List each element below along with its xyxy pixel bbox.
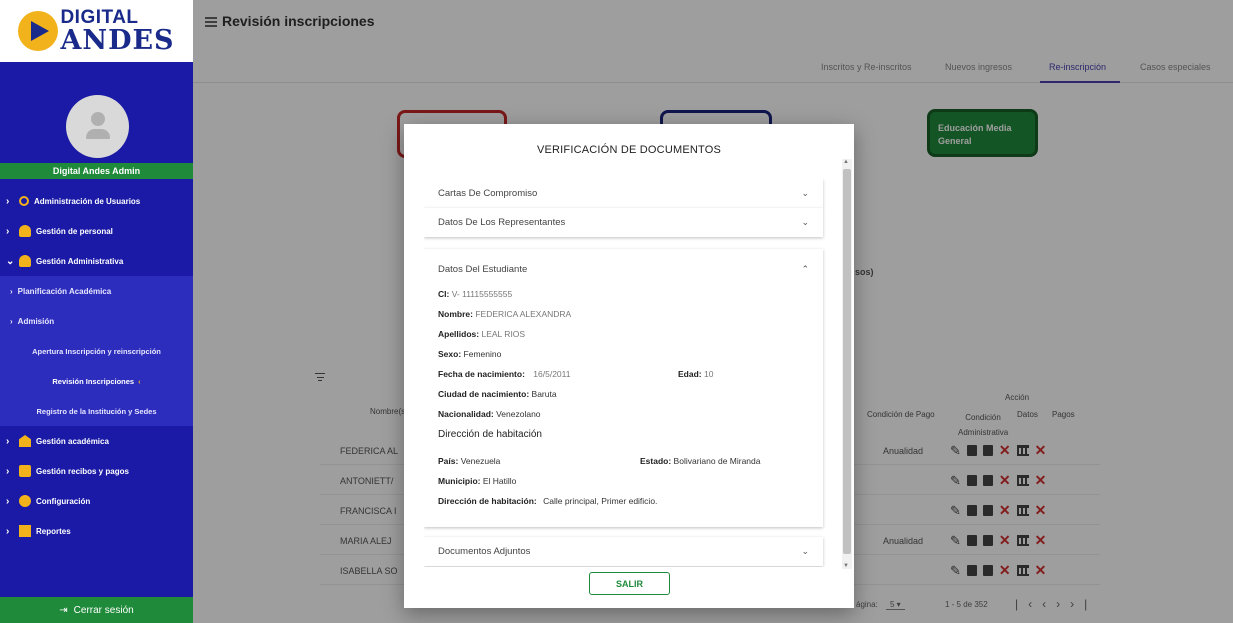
briefcase-icon [19,465,31,477]
sidebar-item-personal[interactable]: › Gestión de personal [0,216,193,246]
field-ciudad: Ciudad de nacimiento: Baruta [438,389,557,399]
panel-representantes[interactable]: Datos De Los Representantes ⌄ [424,208,823,237]
chart-icon [19,525,31,537]
user-icon [19,196,29,206]
field-estado: Estado: Bolivariano de Miranda [640,456,761,466]
panel-cartas[interactable]: Cartas De Compromiso ⌄ [424,179,823,208]
sidebar-item-label: Gestión académica [36,436,109,446]
sidebar: DIGITAL ANDES Digital Andes Admin › Admi… [0,0,193,623]
field-apellidos: Apellidos: LEAL RIOS [438,329,526,339]
logo-emblem-icon [18,11,59,51]
sidebar-item-label: Registro de la Institución y Sedes [36,406,157,416]
panel-title: Documentos Adjuntos [438,546,531,557]
sidebar-item-label: Apertura Inscripción y reinscripción [32,346,161,356]
chevron-down-icon: ⌄ [801,546,809,556]
chevron-right-icon: › [6,435,10,447]
sidebar-item-label: Planificación Académica [17,286,112,296]
field-municipio: Municipio: El Hatillo [438,476,517,486]
chevron-down-icon: ⌄ [801,188,809,198]
sidebar-item-apertura[interactable]: Apertura Inscripción y reinscripción [0,336,193,366]
digital-andes-logo[interactable]: DIGITAL ANDES [18,8,174,54]
panel-title: Datos Del Estudiante [438,263,528,275]
sidebar-item-label: Revisión Inscripciones [52,376,135,386]
chevron-right-icon: › [6,225,10,237]
chevron-right-icon: › [6,525,10,537]
chevron-right-icon: › [10,286,13,296]
modal-scroll-content: Cartas De Compromiso ⌄ Datos De Los Repr… [424,179,844,567]
panel-adjuntos[interactable]: Documentos Adjuntos ⌄ [424,537,823,566]
sidebar-item-usuarios[interactable]: › Administración de Usuarios [0,186,193,216]
gear-icon [19,495,31,507]
logout-button[interactable]: ⇥ Cerrar sesión [0,597,193,623]
sidebar-item-label: Configuración [36,496,91,506]
chevron-down-icon: ⌄ [6,255,15,267]
field-nacionalidad: Nacionalidad: Venezolano [438,409,541,419]
sidebar-menu: › Administración de Usuarios › Gestión d… [0,186,193,546]
logout-icon: ⇥ [59,604,68,616]
direccion-section-title: Dirección de habitación [438,429,542,440]
modal-title: VERIFICACIÓN DE DOCUMENTOS [536,144,722,156]
chevron-right-icon: › [6,495,10,507]
people-icon [19,225,31,237]
field-pais: País: Venezuela [438,456,501,466]
panel-estudiante: Datos Del Estudiante ⌃ CI: V- 1111555555… [424,249,823,527]
sidebar-item-revision[interactable]: Revisión Inscripciones ‹ [0,366,193,396]
field-fecha-nacimiento: Fecha de nacimiento: 16/5/2011 [438,369,571,379]
avatar [66,95,129,158]
panel-title: Datos De Los Representantes [438,217,566,228]
panel-title: Cartas De Compromiso [438,188,538,199]
chevron-down-icon: ⌄ [801,217,809,227]
field-ci: CI: V- 11115555555 [438,289,513,299]
sidebar-item-admision[interactable]: › Admisión [0,306,193,336]
sidebar-item-reportes[interactable]: › Reportes [0,516,193,546]
bank-icon [19,435,31,447]
scroll-up-icon[interactable]: ▲ [843,159,849,165]
chevron-up-icon: ⌃ [801,263,809,274]
chevron-right-icon: › [10,316,13,326]
sidebar-item-label: Gestión recibos y pagos [36,466,129,476]
panel-estudiante-header[interactable]: Datos Del Estudiante ⌃ [424,249,823,289]
scrollbar-thumb[interactable] [843,169,851,554]
sidebar-item-label: Reportes [36,526,71,536]
sidebar-item-administrativa[interactable]: ⌄ Gestión Administrativa [0,246,193,276]
field-direccion: Dirección de habitación: Calle principal… [438,496,658,506]
logout-label: Cerrar sesión [73,604,134,616]
sidebar-item-label: Administración de Usuarios [34,196,141,206]
chevron-right-icon: › [6,465,10,477]
sidebar-item-label: Admisión [17,316,55,326]
sidebar-item-academica[interactable]: › Gestión académica [0,426,193,456]
exit-button[interactable]: SALIR [589,572,670,595]
field-sexo: Sexo: Femenino [438,349,502,359]
verification-modal: VERIFICACIÓN DE DOCUMENTOS ▲ ▼ Cartas De… [404,124,854,608]
sidebar-item-planificacion[interactable]: › Planificación Académica [0,276,193,306]
sidebar-item-registro[interactable]: Registro de la Institución y Sedes [0,396,193,426]
field-edad: Edad: 10 [678,369,714,379]
logo-line2: ANDES [60,25,175,56]
field-nombre: Nombre: FEDERICA ALEXANDRA [438,309,572,319]
active-arrow-icon: ‹ [138,376,141,386]
people-icon [19,255,31,267]
sidebar-item-recibos[interactable]: › Gestión recibos y pagos [0,456,193,486]
sidebar-item-label: Gestión Administrativa [36,256,124,266]
sidebar-item-label: Gestión de personal [36,226,113,236]
submenu-administrativa: › Planificación Académica › Admisión Ape… [0,276,193,426]
chevron-right-icon: › [6,195,10,207]
admin-name: Digital Andes Admin [0,163,193,179]
sidebar-item-configuracion[interactable]: › Configuración [0,486,193,516]
logo-area: DIGITAL ANDES [0,0,193,62]
